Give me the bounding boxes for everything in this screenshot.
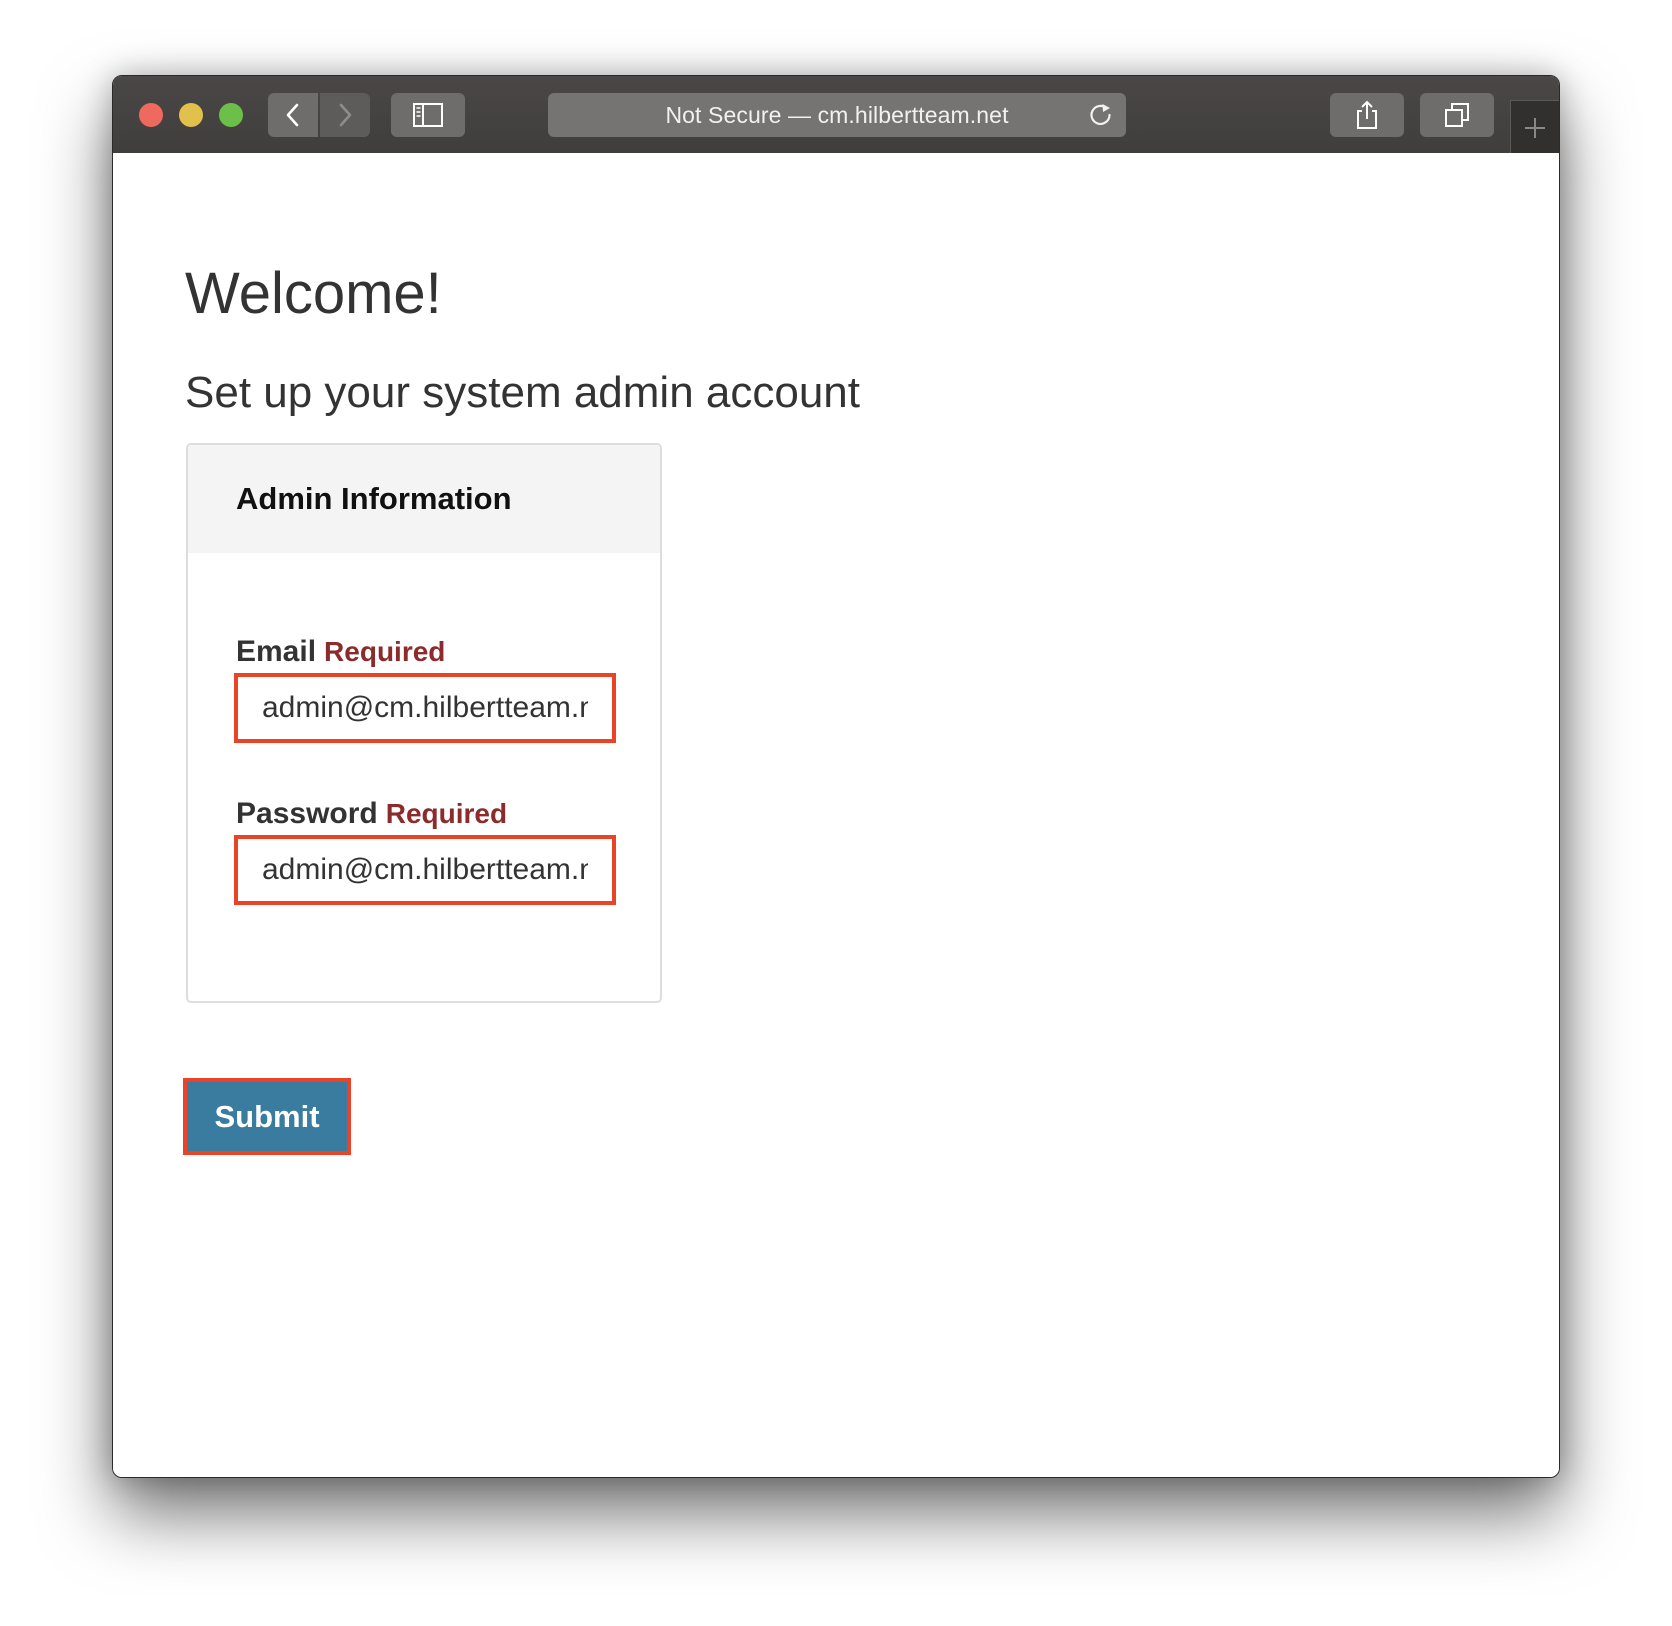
- chevron-right-icon: [339, 103, 352, 127]
- sidebar-icon: [413, 103, 443, 127]
- email-required-badge: Required: [324, 636, 446, 667]
- plus-icon: [1525, 117, 1545, 138]
- browser-window: Not Secure — cm.hilbertteam.net Welcome!…: [112, 75, 1560, 1478]
- admin-info-card: Admin Information EmailRequired Password…: [186, 443, 662, 1003]
- card-title: Admin Information: [236, 481, 512, 516]
- sidebar-toggle-button[interactable]: [391, 93, 465, 137]
- reload-icon: [1090, 104, 1111, 125]
- new-tab-button[interactable]: [1510, 100, 1559, 154]
- password-label: Password Required: [236, 797, 507, 831]
- tabs-overview-icon: [1445, 103, 1469, 127]
- zoom-window-button[interactable]: [219, 103, 243, 127]
- page-content: Welcome! Set up your system admin accoun…: [113, 153, 1559, 1477]
- reload-button[interactable]: [1088, 102, 1114, 134]
- password-label-text: Password: [236, 797, 378, 830]
- share-icon: [1357, 100, 1377, 129]
- page-title: Welcome!: [185, 261, 442, 326]
- address-text: Not Secure — cm.hilbertteam.net: [665, 101, 1009, 128]
- submit-button[interactable]: Submit: [183, 1078, 351, 1155]
- email-label-text: Email: [236, 635, 317, 668]
- password-required-badge: Required: [385, 798, 508, 829]
- chevron-left-icon: [286, 103, 299, 127]
- address-bar[interactable]: Not Secure — cm.hilbertteam.net: [548, 93, 1126, 137]
- password-input[interactable]: [234, 835, 616, 905]
- browser-toolbar: Not Secure — cm.hilbertteam.net: [113, 76, 1559, 154]
- minimize-window-button[interactable]: [179, 103, 203, 127]
- forward-button[interactable]: [320, 93, 370, 137]
- page-subtitle: Set up your system admin account: [185, 368, 860, 417]
- close-window-button[interactable]: [139, 103, 163, 127]
- card-header: Admin Information: [188, 445, 660, 553]
- email-label: Email Required: [236, 635, 445, 669]
- share-button[interactable]: [1330, 93, 1404, 137]
- back-button[interactable]: [268, 93, 318, 137]
- email-input[interactable]: [234, 673, 616, 743]
- tab-overview-button[interactable]: [1420, 93, 1494, 137]
